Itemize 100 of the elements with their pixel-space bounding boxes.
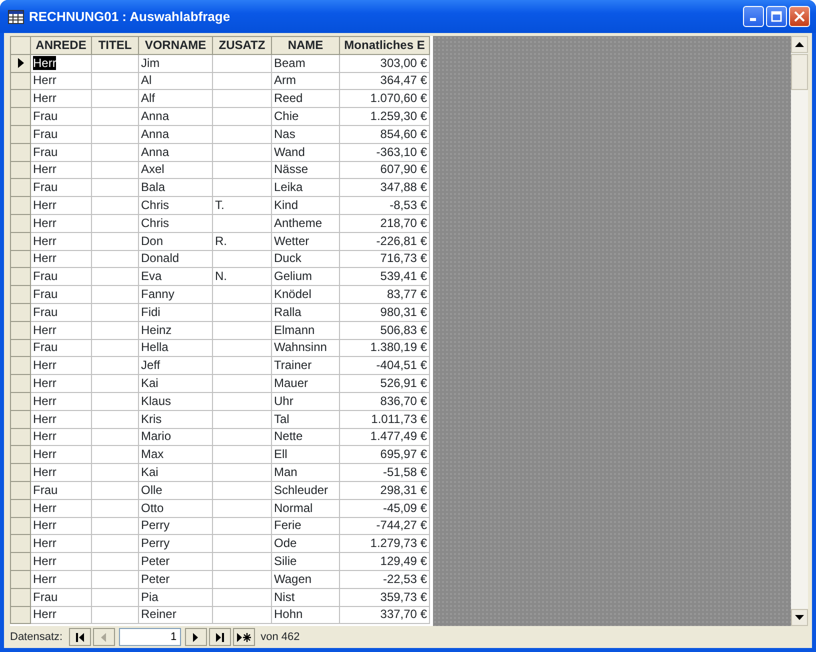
cell-text: Ode [274, 536, 297, 550]
cell-text: Gelium [274, 269, 312, 284]
cell-text: Peter [141, 572, 170, 586]
cell-text: Don [141, 234, 164, 248]
cell-text: Nist [274, 590, 295, 604]
cell-text: Herr [33, 554, 56, 568]
cell-text: 980,31 € [380, 304, 427, 319]
cell-text: 607,90 € [380, 162, 427, 176]
cell-text: 1.011,73 € [371, 412, 427, 426]
cell-text: Ferie [274, 518, 302, 532]
scroll-up-icon [795, 42, 804, 47]
column-header[interactable]: VORNAME [138, 36, 212, 54]
scroll-thumb[interactable] [791, 54, 808, 90]
next-record-button[interactable] [184, 628, 207, 646]
cell-text: Herr [33, 198, 56, 212]
cell-text: Fidi [141, 304, 160, 319]
cell-text: Frau [33, 304, 58, 319]
cell-text: Max [141, 447, 164, 462]
cell-text: Frau [33, 109, 58, 124]
cell-text: Hella [141, 340, 168, 354]
cell-text: Ell [274, 447, 288, 462]
maximize-button[interactable] [766, 6, 787, 27]
cell-text: Anna [141, 126, 170, 141]
cell-text: Antheme [274, 216, 322, 230]
cell-text: Frau [33, 482, 58, 497]
column-header[interactable]: NAME [272, 36, 340, 54]
cell-text: Herr [33, 56, 56, 70]
cell-text: 129,49 € [380, 554, 427, 568]
cell-text: Ralla [274, 304, 302, 319]
close-button[interactable] [789, 6, 810, 27]
cell-text: Normal [274, 500, 313, 515]
cell-text: Herr [33, 607, 56, 622]
cell-text: Uhr [274, 394, 294, 408]
cell-text: Reed [274, 91, 303, 106]
row-selector[interactable] [10, 54, 30, 72]
cell-text: 364,47 € [380, 73, 427, 88]
cell-text: 218,70 € [380, 216, 427, 230]
last-record-button[interactable] [208, 628, 231, 646]
cell-text: Herr [33, 429, 56, 444]
cell-text: 1.259,30 € [370, 109, 427, 124]
cell-text: Frau [33, 144, 58, 159]
cell-text: Herr [33, 234, 56, 248]
first-record-button[interactable] [68, 628, 91, 646]
maximize-icon [771, 11, 782, 22]
cell-text: Herr [33, 376, 56, 390]
column-header[interactable]: ZUSATZ [212, 36, 272, 54]
cell-text: -404,51 € [376, 358, 427, 372]
first-record-icon [76, 632, 84, 642]
cell-text: -51,58 € [382, 465, 427, 480]
scrollbar[interactable] [791, 36, 808, 626]
cell-text: Wetter [274, 234, 310, 248]
cell-text: 359,73 € [380, 590, 427, 604]
cell-text: Kris [141, 412, 162, 426]
cell-text: Mauer [274, 376, 308, 390]
new-record-button[interactable] [232, 628, 255, 646]
cell-text: Herr [33, 500, 56, 515]
cell-text: Al [141, 73, 152, 88]
cell-text: Anna [141, 144, 170, 159]
cell-text: 695,97 € [380, 447, 427, 462]
cell-text: Arm [274, 73, 296, 88]
cell-text: -8,53 € [390, 198, 427, 212]
cell-text: 1.477,49 € [370, 429, 427, 444]
scroll-down-icon [795, 615, 804, 620]
cell-text: R. [215, 234, 227, 248]
cell-text: 298,31 € [380, 482, 427, 497]
cell-text: Herr [33, 536, 56, 550]
cell-text: Perry [141, 518, 170, 532]
record-number-field[interactable]: 1 [118, 628, 181, 646]
cell-text: Donald [141, 251, 180, 266]
cell-text: Nas [274, 126, 296, 141]
cell-text: Beam [274, 56, 306, 70]
next-record-icon [192, 632, 200, 642]
cell-text: 716,73 € [380, 251, 427, 266]
cell-text: Anna [141, 109, 170, 124]
cell-text: 854,60 € [380, 126, 427, 141]
cell-text: N. [215, 269, 227, 284]
column-header[interactable]: Monatliches E [340, 36, 430, 54]
datasheet-icon [8, 10, 24, 24]
cell-text: Nette [274, 429, 303, 444]
cell-text: Mario [141, 429, 172, 444]
minimize-button[interactable] [743, 6, 764, 27]
cell-text: Herr [33, 358, 56, 372]
cell-text: Wagen [274, 572, 312, 586]
cell-text: Tal [274, 412, 290, 426]
cell-text: Herr [33, 447, 56, 462]
cell-text: Herr [33, 91, 56, 106]
column-header[interactable]: TITEL [92, 36, 138, 54]
cell-text: Herr [33, 251, 56, 266]
cell-text: Kind [274, 198, 298, 212]
column-header[interactable]: ANREDE [30, 36, 92, 54]
cell-text: 83,77 € [386, 287, 427, 302]
cell-text: Leika [274, 180, 303, 194]
cell-text: Man [274, 465, 298, 480]
cell-text: 1.070,60 € [370, 91, 427, 106]
cell-text: Reiner [141, 607, 176, 622]
cell-text: Chris [141, 216, 170, 230]
cell-text: Duck [274, 251, 302, 266]
cell-text: Wand [274, 144, 305, 159]
cell-text: Knödel [274, 287, 312, 302]
cell-text: Herr [33, 73, 56, 88]
